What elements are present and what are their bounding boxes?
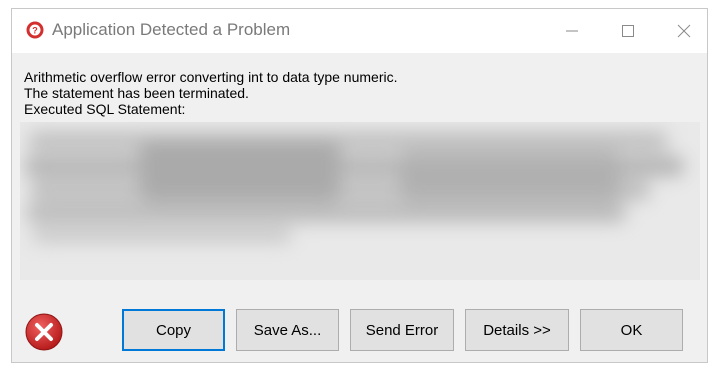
- sql-statement-text-area[interactable]: [20, 122, 700, 280]
- sql-statement-label: Executed SQL Statement:: [24, 101, 186, 117]
- title-bar[interactable]: ? Application Detected a Problem: [12, 9, 707, 53]
- close-icon: [677, 24, 691, 38]
- details-button[interactable]: Details >>: [465, 309, 569, 351]
- send-error-button[interactable]: Send Error: [350, 309, 454, 351]
- close-button[interactable]: [661, 9, 707, 53]
- error-dialog-window: ? Application Detected a Problem Arithme…: [11, 8, 708, 363]
- help-error-icon: ?: [26, 21, 44, 39]
- error-message-line: The statement has been terminated.: [24, 85, 249, 101]
- window-title: Application Detected a Problem: [52, 20, 291, 39]
- maximize-button[interactable]: [605, 9, 651, 53]
- redacted-sql-content: [20, 122, 700, 280]
- error-message: Arithmetic overflow error converting int…: [24, 69, 398, 117]
- maximize-icon: [622, 25, 634, 37]
- svg-text:?: ?: [32, 26, 38, 36]
- minimize-icon: [566, 30, 578, 32]
- error-x-icon: [25, 313, 63, 351]
- error-message-line: Arithmetic overflow error converting int…: [24, 69, 398, 85]
- ok-button[interactable]: OK: [580, 309, 683, 351]
- copy-button[interactable]: Copy: [122, 309, 225, 351]
- minimize-button[interactable]: [549, 9, 595, 53]
- save-as-button[interactable]: Save As...: [236, 309, 339, 351]
